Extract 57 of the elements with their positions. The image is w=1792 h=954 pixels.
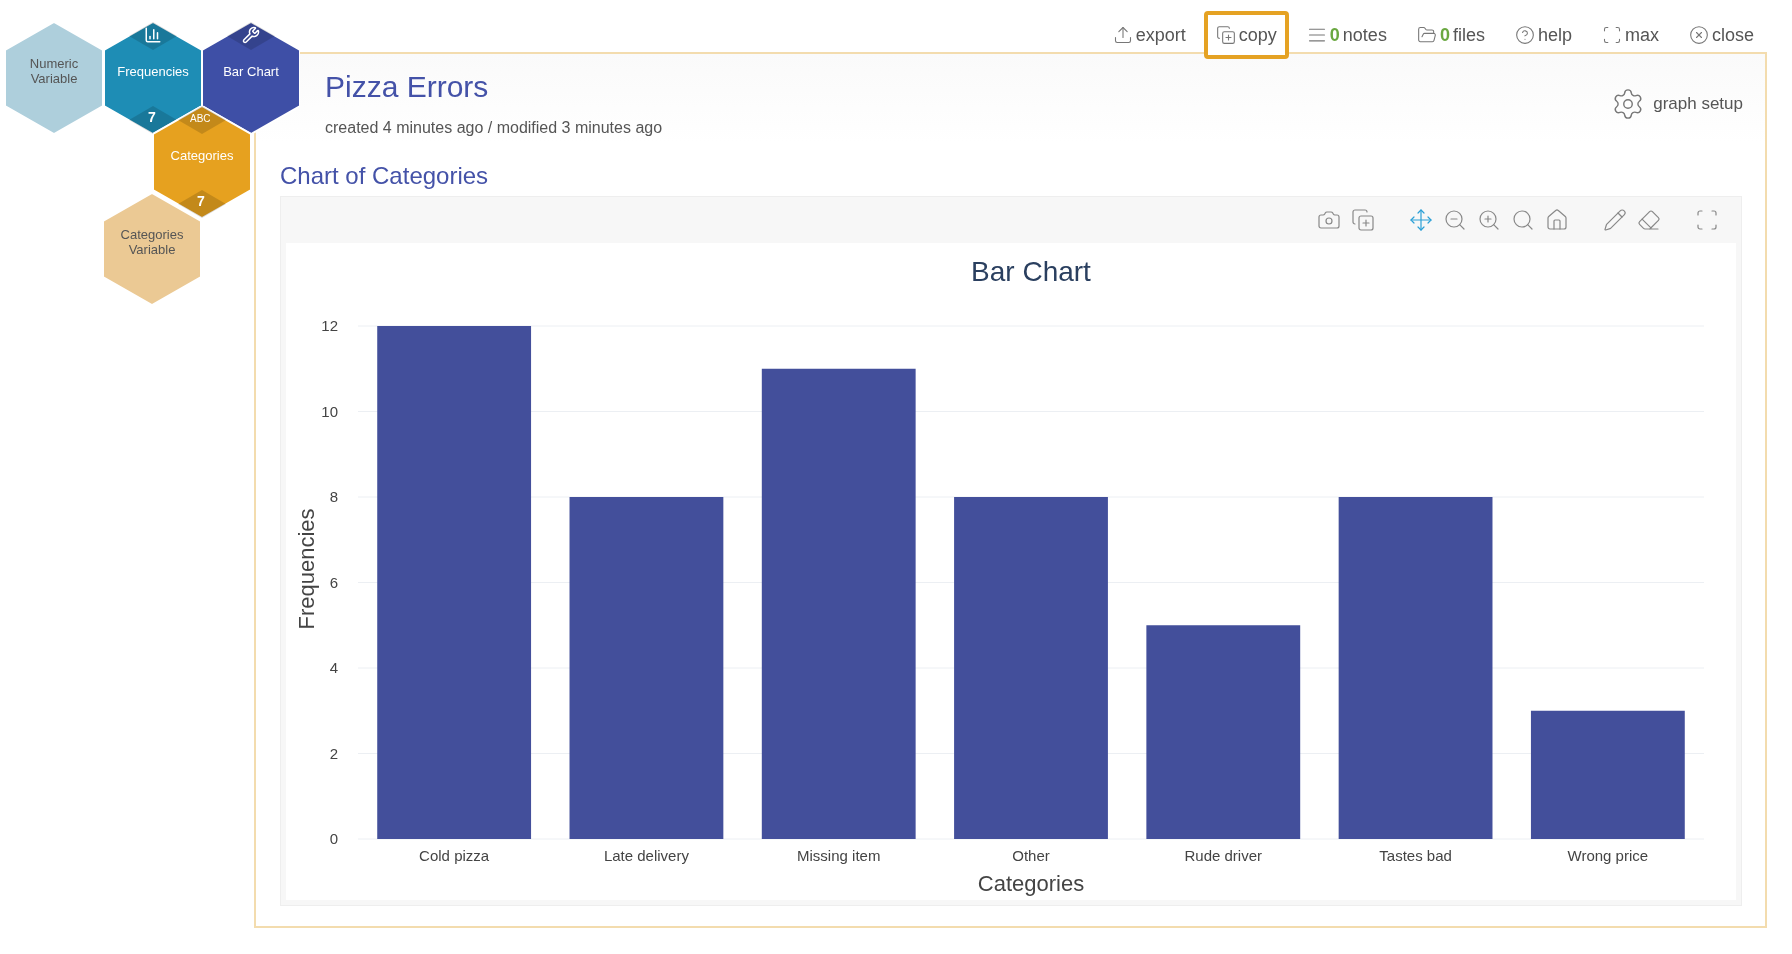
y-tick-label: 10 [321, 402, 338, 420]
count-label: 7 [148, 110, 156, 124]
page-subtitle: created 4 minutes ago / modified 3 minutes ago [325, 118, 663, 138]
x-tick-label: Cold pizza [419, 847, 490, 864]
export-icon [1112, 25, 1133, 45]
y-tick-label: 2 [329, 744, 338, 762]
node-label: Frequencies [116, 63, 190, 79]
max-icon [1601, 25, 1622, 45]
toolbar-button[interactable]: max [1589, 11, 1671, 59]
toolbar-button[interactable]: 0 notes [1294, 11, 1399, 59]
pencil-icon[interactable] [1603, 208, 1627, 232]
count-label: 0 [1439, 23, 1450, 47]
chart-title: Bar Chart [971, 256, 1091, 287]
y-axis-title: Frequencies [294, 508, 319, 630]
pan-icon[interactable] [1409, 208, 1433, 232]
camera-icon[interactable] [1317, 208, 1341, 232]
close-icon [1688, 25, 1709, 45]
x-tick-label: Late delivery [603, 847, 689, 864]
x-axis-title: Categories [977, 871, 1085, 896]
wrench-icon [242, 26, 260, 44]
files-icon [1416, 25, 1437, 45]
count-label: 7 [197, 194, 205, 208]
y-tick-label: 8 [329, 488, 338, 505]
toolbar-button[interactable]: 0 files [1404, 11, 1497, 59]
y-tick-label: 4 [329, 659, 338, 676]
toolbar-button[interactable]: export [1100, 11, 1198, 59]
fullscreen-icon[interactable] [1695, 208, 1719, 232]
copy-icon [1215, 25, 1236, 45]
node-label: Categories Variable [119, 227, 185, 257]
autoscale-icon[interactable] [1511, 208, 1535, 232]
x-tick-label: Rude driver [1184, 847, 1263, 864]
x-tick-label: Other [1012, 847, 1050, 864]
y-tick-label: 12 [321, 317, 338, 334]
copy-icon[interactable] [1351, 208, 1375, 232]
graph-setup-button[interactable]: graph setup [1611, 86, 1743, 122]
bar-chart-icon [144, 26, 162, 44]
type-label: ABC [190, 114, 211, 124]
x-tick-label: Missing item [797, 847, 881, 864]
toolbar-button[interactable]: help [1502, 11, 1584, 59]
node-label: Categories [169, 147, 235, 163]
section-title: Chart of Categories [280, 161, 490, 191]
zoom-in-icon[interactable] [1477, 208, 1501, 232]
x-tick-label: Tastes bad [1379, 847, 1452, 864]
y-tick-label: 0 [329, 830, 338, 847]
x-tick-label: Wrong price [1567, 847, 1649, 864]
toolbar-button[interactable]: copy [1203, 11, 1289, 59]
eraser-icon[interactable] [1637, 208, 1661, 232]
help-icon [1514, 25, 1535, 45]
page-title: Pizza Errors [325, 69, 490, 105]
y-tick-label: 6 [329, 573, 338, 591]
home-icon[interactable] [1545, 208, 1569, 232]
node-label: Numeric Variable [28, 56, 80, 86]
count-label: 0 [1329, 23, 1340, 47]
hexagon-node[interactable] [5, 22, 103, 134]
node-label: Bar Chart [222, 63, 280, 79]
zoom-out-icon[interactable] [1443, 208, 1467, 232]
toolbar-button[interactable]: close [1676, 11, 1766, 59]
